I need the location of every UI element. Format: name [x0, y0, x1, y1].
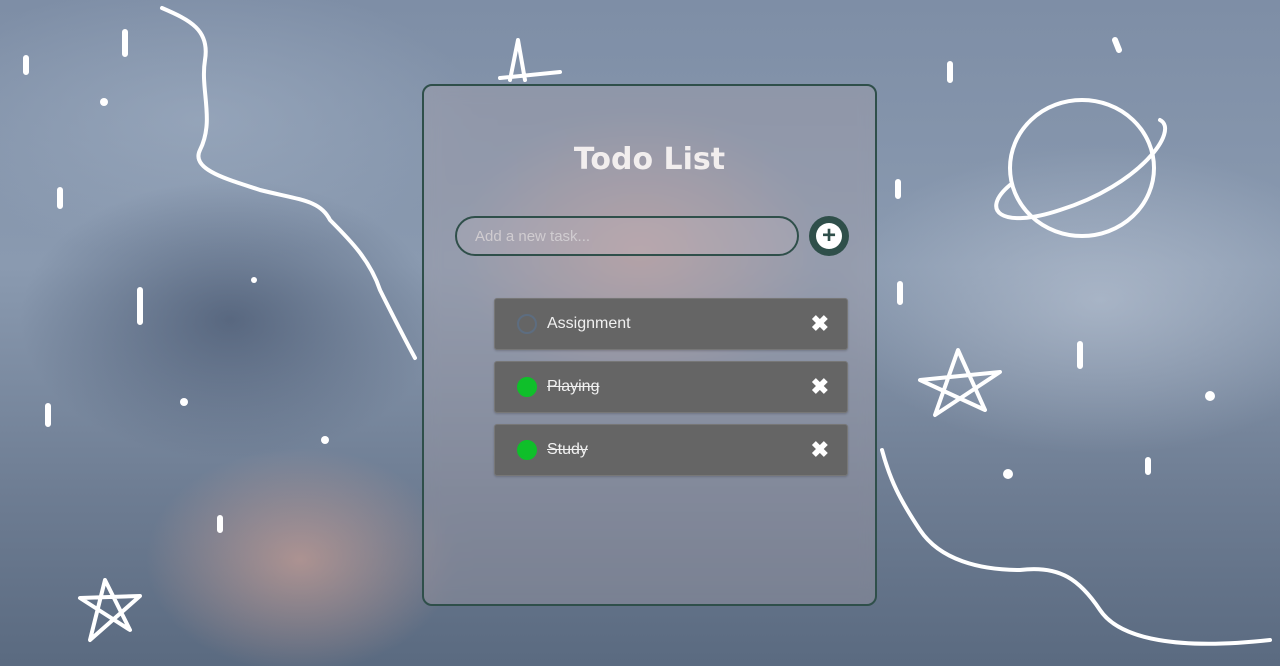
checked-circle-icon[interactable]: [517, 440, 537, 460]
new-task-input[interactable]: [455, 216, 799, 256]
delete-x-icon[interactable]: ✖: [811, 437, 829, 463]
todo-card: Todo List + Assignment ✖ Playing ✖ Study…: [422, 84, 877, 606]
task-label: Study: [547, 441, 588, 458]
task-item[interactable]: Study ✖: [494, 424, 848, 476]
plus-circle-icon: +: [816, 223, 842, 249]
add-task-button[interactable]: +: [809, 216, 849, 256]
delete-x-icon[interactable]: ✖: [811, 311, 829, 337]
task-label: Playing: [547, 378, 600, 395]
page-title: Todo List: [573, 142, 726, 177]
task-label: Assignment: [547, 315, 631, 332]
checked-circle-icon[interactable]: [517, 377, 537, 397]
delete-x-icon[interactable]: ✖: [811, 374, 829, 400]
unchecked-circle-icon[interactable]: [517, 314, 537, 334]
task-item[interactable]: Playing ✖: [494, 361, 848, 413]
task-item[interactable]: Assignment ✖: [494, 298, 848, 350]
task-list: Assignment ✖ Playing ✖ Study ✖: [494, 298, 848, 487]
